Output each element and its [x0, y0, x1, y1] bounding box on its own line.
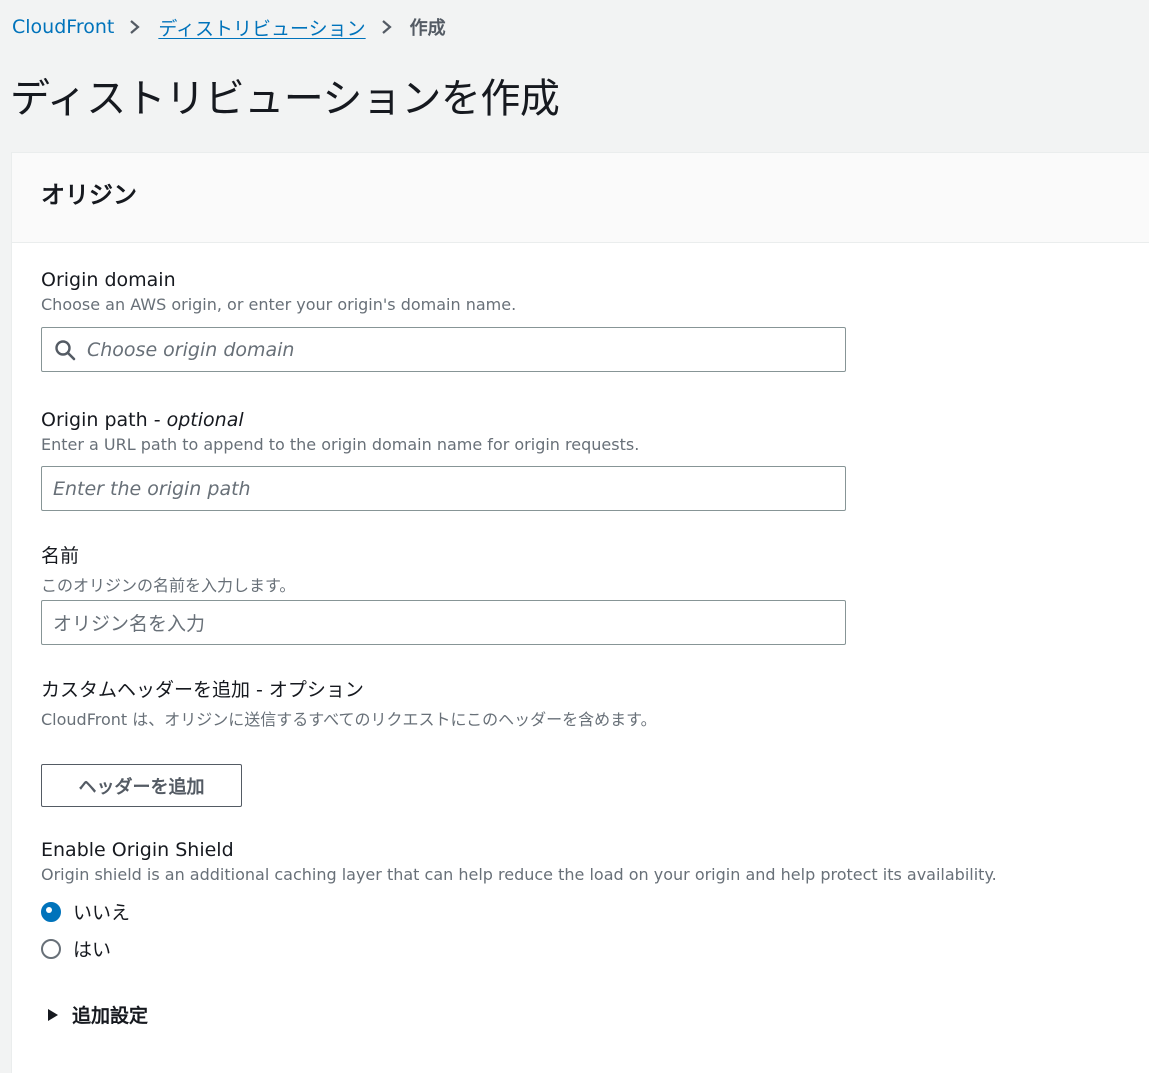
chevron-right-icon	[381, 20, 392, 34]
origin-name-field: 名前 このオリジンの名前を入力します。	[41, 541, 295, 596]
origin-domain-field: Origin domain Choose an AWS origin, or e…	[41, 269, 516, 314]
origin-path-field: Origin path - optional Enter a URL path …	[41, 409, 639, 454]
origin-path-label: Origin path - optional	[41, 409, 244, 431]
breadcrumb-current: 作成	[409, 18, 446, 39]
chevron-right-icon	[130, 20, 141, 34]
origin-shield-option-yes[interactable]: はい	[41, 935, 111, 962]
search-icon	[55, 339, 76, 360]
origin-path-input[interactable]: Enter the origin path	[41, 466, 846, 511]
origin-domain-description: Choose an AWS origin, or enter your orig…	[41, 295, 517, 314]
origin-name-placeholder: オリジン名を入力	[53, 613, 206, 635]
origin-shield-option-no[interactable]: いいえ	[41, 898, 130, 925]
radio-unselected-icon[interactable]	[41, 938, 61, 959]
custom-headers-field: カスタムヘッダーを追加 - オプション CloudFront は、オリジンに送信…	[41, 675, 657, 730]
origin-name-description: このオリジンの名前を入力します。	[41, 576, 296, 595]
origin-shield-label: Enable Origin Shield	[41, 839, 234, 861]
optional-label: optional	[166, 409, 244, 431]
breadcrumb-distributions-link[interactable]: ディストリビューション	[158, 14, 365, 41]
radio-label: はい	[73, 939, 112, 961]
caret-right-icon	[48, 1008, 58, 1021]
origin-name-input[interactable]: オリジン名を入力	[41, 600, 846, 645]
origin-panel: オリジン Origin domain Choose an AWS origin,…	[11, 152, 1149, 1073]
page-title: ディストリビューションを作成	[10, 76, 560, 122]
panel-title: オリジン	[41, 181, 137, 209]
custom-headers-description: CloudFront は、オリジンに送信するすべてのリクエストにこのヘッダーを含…	[41, 710, 657, 729]
additional-settings-label: 追加設定	[72, 1005, 149, 1027]
custom-headers-label: カスタムヘッダーを追加 - オプション	[41, 679, 364, 701]
breadcrumb-cloudfront-link[interactable]: CloudFront	[12, 16, 114, 38]
origin-shield-description: Origin shield is an additional caching l…	[41, 865, 997, 884]
additional-settings-toggle[interactable]: 追加設定	[48, 1001, 148, 1028]
origin-domain-placeholder: Choose origin domain	[87, 338, 295, 361]
radio-label: いいえ	[73, 902, 131, 924]
origin-path-placeholder: Enter the origin path	[53, 477, 251, 500]
panel-header: オリジン	[12, 153, 1149, 243]
breadcrumb: CloudFront ディストリビューション 作成	[12, 12, 446, 42]
origin-shield-field: Enable Origin Shield Origin shield is an…	[41, 839, 997, 884]
add-header-button[interactable]: ヘッダーを追加	[41, 764, 242, 807]
radio-selected-icon[interactable]	[41, 901, 61, 922]
origin-domain-input[interactable]: Choose origin domain	[41, 327, 846, 372]
origin-name-label: 名前	[41, 545, 80, 567]
origin-path-description: Enter a URL path to append to the origin…	[41, 435, 640, 454]
origin-domain-label: Origin domain	[41, 269, 176, 291]
